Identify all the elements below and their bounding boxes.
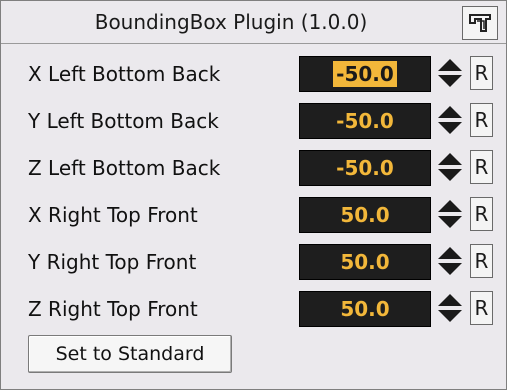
reset-button[interactable]: R (470, 291, 493, 325)
field-label: Z Left Bottom Back (28, 156, 221, 180)
plugin-icon[interactable] (462, 6, 498, 40)
reset-button[interactable]: R (470, 103, 493, 137)
field-label: Z Right Top Front (28, 297, 198, 321)
reset-button[interactable]: R (470, 197, 493, 231)
field-label: X Right Top Front (28, 203, 198, 227)
stepper-arrows-icon[interactable] (433, 244, 467, 278)
value-input[interactable]: 50.0 (299, 244, 431, 280)
field-label: X Left Bottom Back (28, 62, 221, 86)
stepper-arrows-icon[interactable] (433, 291, 467, 325)
field-label: Y Right Top Front (28, 250, 197, 274)
value-text: -50.0 (333, 61, 397, 87)
field-row-z-right-top-front: Z Right Top Front 50.0 R (1, 291, 506, 327)
value-input[interactable]: -50.0 (299, 56, 431, 92)
field-list: X Left Bottom Back -50.0 R Y Left Bottom… (1, 44, 506, 389)
panel-title: BoundingBox Plugin (1.0.0) (94, 10, 368, 34)
value-input[interactable]: 50.0 (299, 291, 431, 327)
value-text: 50.0 (340, 203, 390, 227)
stepper-arrows-icon[interactable] (433, 103, 467, 137)
stepper-arrows-icon[interactable] (433, 150, 467, 184)
value-input[interactable]: 50.0 (299, 197, 431, 233)
reset-button[interactable]: R (470, 56, 493, 90)
field-row-x-right-top-front: X Right Top Front 50.0 R (1, 197, 506, 233)
field-row-y-right-top-front: Y Right Top Front 50.0 R (1, 244, 506, 280)
value-input[interactable]: -50.0 (299, 103, 431, 139)
boundingbox-plugin-panel: BoundingBox Plugin (1.0.0) X Left Bottom… (0, 0, 507, 390)
value-input[interactable]: -50.0 (299, 150, 431, 186)
value-text: -50.0 (336, 156, 394, 180)
value-text: -50.0 (336, 109, 394, 133)
reset-button[interactable]: R (470, 244, 493, 278)
stepper-arrows-icon[interactable] (433, 197, 467, 231)
stepper-arrows-icon[interactable] (433, 56, 467, 90)
field-row-x-left-bottom-back: X Left Bottom Back -50.0 R (1, 56, 506, 92)
value-text: 50.0 (340, 297, 390, 321)
field-row-z-left-bottom-back: Z Left Bottom Back -50.0 R (1, 150, 506, 186)
reset-button[interactable]: R (470, 150, 493, 184)
field-row-y-left-bottom-back: Y Left Bottom Back -50.0 R (1, 103, 506, 139)
value-text: 50.0 (340, 250, 390, 274)
field-label: Y Left Bottom Back (28, 109, 219, 133)
set-to-standard-button[interactable]: Set to Standard (28, 335, 232, 373)
title-bar: BoundingBox Plugin (1.0.0) (1, 1, 506, 44)
